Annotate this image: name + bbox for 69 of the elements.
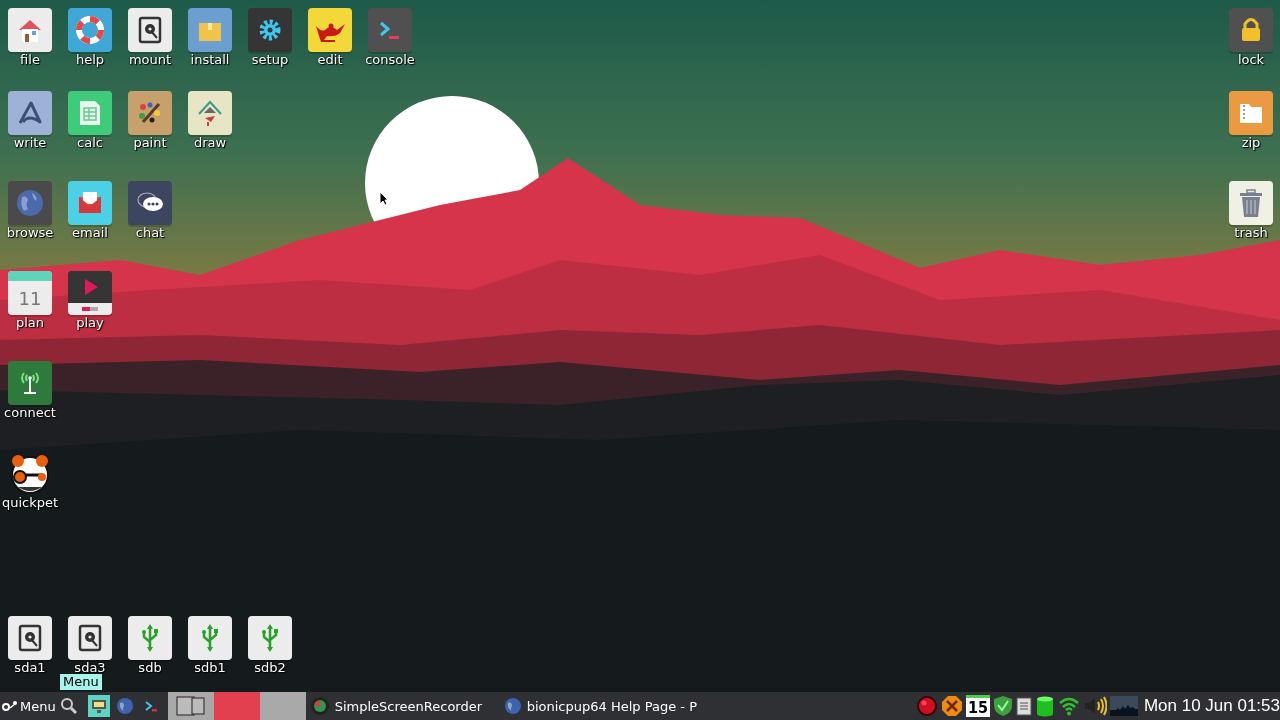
- menu-logo-icon: [2, 699, 18, 713]
- hard-drive-icon[interactable]: [128, 8, 172, 52]
- usb-icon[interactable]: [188, 616, 232, 660]
- icon-label[interactable]: edit: [317, 52, 343, 68]
- recorder-icon: [309, 696, 330, 716]
- icon-label[interactable]: plan: [15, 315, 45, 331]
- icon-label[interactable]: sdb1: [194, 660, 226, 676]
- tooltip: Menu: [60, 674, 102, 690]
- icon-label[interactable]: sdb: [138, 660, 162, 676]
- icon-label[interactable]: quickpet: [1, 495, 59, 511]
- wifi-icon[interactable]: [1057, 696, 1080, 716]
- icon-label[interactable]: lock: [1237, 52, 1265, 68]
- icon-label[interactable]: console: [365, 52, 415, 68]
- menu-button[interactable]: Menu: [0, 692, 58, 720]
- icon-label[interactable]: play: [76, 315, 104, 331]
- record-icon[interactable]: [915, 695, 938, 717]
- lamp-icon[interactable]: [308, 8, 352, 52]
- usb-icon[interactable]: [128, 616, 172, 660]
- x-octagon-icon[interactable]: [940, 695, 963, 717]
- cursor-icon: [379, 191, 389, 206]
- calendar-icon[interactable]: 11: [8, 271, 52, 315]
- palette-icon[interactable]: [128, 91, 172, 135]
- icon-label[interactable]: file: [20, 52, 40, 68]
- envelope-icon[interactable]: [68, 181, 112, 225]
- curve-icon[interactable]: [8, 91, 52, 135]
- hard-drive-icon[interactable]: [68, 616, 112, 660]
- play-icon[interactable]: [68, 271, 112, 315]
- hard-drive-icon[interactable]: [8, 616, 52, 660]
- gear-icon[interactable]: [248, 8, 292, 52]
- padlock-icon[interactable]: [1229, 8, 1273, 52]
- calendar-date: 11: [18, 287, 42, 309]
- task-button[interactable]: SimpleScreenRecorder: [305, 692, 500, 720]
- cylinder-icon[interactable]: [1034, 695, 1055, 717]
- monitor-icon[interactable]: [87, 695, 110, 717]
- task-title: bionicpup64 Help Page - P: [526, 698, 697, 714]
- icon-label[interactable]: sdb2: [254, 660, 286, 676]
- icon-label[interactable]: zip: [1241, 135, 1261, 151]
- workspace-button[interactable]: [167, 692, 214, 720]
- icon-label[interactable]: browse: [6, 225, 54, 241]
- icon-label[interactable]: email: [72, 225, 108, 241]
- icon-label[interactable]: help: [75, 52, 105, 68]
- usb-icon[interactable]: [248, 616, 292, 660]
- icon-label[interactable]: draw: [193, 135, 227, 151]
- globe-icon: [503, 697, 522, 715]
- trash-icon[interactable]: [1229, 181, 1273, 225]
- icon-label[interactable]: chat: [135, 225, 165, 241]
- terminal-icon[interactable]: [368, 8, 412, 52]
- icon-label[interactable]: sda3: [74, 660, 106, 676]
- icon-label[interactable]: write: [13, 135, 47, 151]
- icon-label[interactable]: sda1: [14, 660, 46, 676]
- window-thumbnail-icon: [175, 696, 206, 716]
- icon-label[interactable]: install: [190, 52, 230, 68]
- chat-bubble-icon[interactable]: [128, 181, 172, 225]
- icon-label[interactable]: mount: [128, 52, 172, 68]
- house-icon[interactable]: [8, 8, 52, 52]
- task-title: SimpleScreenRecorder: [334, 698, 483, 714]
- clock[interactable]: Mon 10 Jun 01:53: [1143, 696, 1280, 716]
- lifebuoy-icon[interactable]: [68, 8, 112, 52]
- easel-icon[interactable]: [188, 91, 232, 135]
- icon-label[interactable]: trash: [1234, 225, 1268, 241]
- antenna-icon[interactable]: [8, 361, 52, 405]
- icon-label[interactable]: connect: [4, 405, 56, 421]
- icon-label[interactable]: calc: [77, 135, 103, 151]
- speaker-icon[interactable]: [1082, 695, 1107, 717]
- icon-label[interactable]: paint: [133, 135, 167, 151]
- shield-icon[interactable]: [992, 695, 1013, 717]
- icon-label[interactable]: setup: [251, 52, 289, 68]
- clipboard-icon[interactable]: [1015, 696, 1032, 716]
- globe-icon[interactable]: [8, 181, 52, 225]
